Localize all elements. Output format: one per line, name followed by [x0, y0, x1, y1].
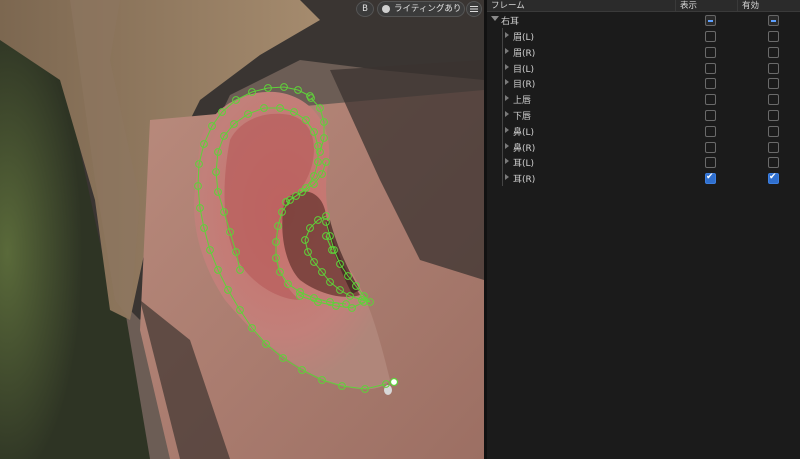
tree-guide-line [502, 122, 503, 139]
expand-triangle-icon[interactable] [505, 47, 509, 54]
tree-guide-line [502, 138, 503, 155]
expand-triangle-icon[interactable] [505, 95, 509, 102]
tree-guide-line [502, 59, 503, 76]
frame-panel: フレーム 表示 有効 右耳 眉(L) 眉(R) 目(L) 目(R) 上唇下唇鼻(L) 鼻(… [487, 0, 800, 459]
tree-item-row[interactable]: 眉(R) [487, 43, 800, 60]
enable-checkbox[interactable] [768, 94, 779, 106]
enable-checkbox[interactable] [768, 46, 779, 58]
tree-item-row[interactable]: 下唇 [487, 107, 800, 123]
show-checkbox[interactable] [705, 31, 716, 42]
show-checkbox[interactable]: ✔ [705, 172, 716, 185]
show-checkbox[interactable] [705, 94, 716, 106]
b-button[interactable]: B [356, 1, 374, 17]
show-checkbox[interactable] [705, 141, 716, 153]
tree-item-label: 鼻(L) [513, 127, 535, 138]
expand-triangle-icon[interactable] [505, 63, 509, 70]
tree-item-label: 鼻(R) [513, 143, 536, 154]
tree-item-label: 下唇 [513, 112, 532, 122]
landmark-curve [197, 86, 387, 390]
tree-root-row[interactable]: 右耳 [487, 12, 800, 28]
tree-item-row[interactable]: 眉(L) [487, 28, 800, 44]
expand-triangle-icon[interactable] [505, 158, 509, 165]
enable-checkbox[interactable] [768, 110, 779, 121]
column-separator[interactable] [675, 0, 676, 11]
show-checkbox[interactable] [705, 78, 716, 90]
tree-guide-line [502, 170, 503, 187]
tree-item-row[interactable]: 耳(L) [487, 154, 800, 171]
expand-triangle-icon[interactable] [505, 79, 509, 86]
tree-root-label: 右耳 [501, 17, 520, 27]
selected-landmark-handle [389, 377, 399, 387]
enable-checkbox[interactable] [768, 78, 779, 90]
show-checkbox[interactable] [705, 157, 716, 169]
checkmark-icon: ✔ [706, 172, 714, 183]
tree-item-row[interactable]: 目(R) [487, 75, 800, 92]
column-header-enable[interactable]: 有効 [742, 0, 759, 11]
landmark-overlay[interactable] [0, 0, 484, 459]
hamburger-menu-button[interactable] [466, 1, 482, 17]
column-header-show[interactable]: 表示 [680, 0, 697, 11]
lighting-label: ライティングあり [394, 4, 462, 14]
show-checkbox[interactable] [705, 62, 716, 74]
column-header-frame[interactable]: フレーム [491, 0, 525, 11]
enable-checkbox[interactable] [768, 157, 779, 169]
image-viewport[interactable]: B ライティングあり [0, 0, 484, 459]
tree-item-row[interactable]: 耳(R) ✔ ✔ [487, 170, 800, 187]
tree-item-label: 眉(L) [513, 33, 535, 43]
expand-triangle-icon[interactable] [505, 142, 509, 149]
enable-checkbox[interactable] [768, 31, 779, 42]
column-separator[interactable] [737, 0, 738, 11]
tree-item-row[interactable]: 目(L) [487, 59, 800, 76]
tree-guide-line [502, 28, 503, 44]
enable-checkbox[interactable] [768, 141, 779, 153]
tree-guide-line [502, 91, 503, 108]
tree-item-row[interactable]: 鼻(L) [487, 122, 800, 139]
tree-guide-line [502, 43, 503, 60]
tree-item-label: 耳(R) [513, 175, 536, 186]
tree-item-label: 目(R) [513, 80, 536, 91]
lighting-sphere-icon [382, 5, 390, 13]
root-show-checkbox[interactable] [705, 15, 716, 26]
enable-checkbox[interactable] [768, 125, 779, 137]
tree-item-label: 眉(R) [513, 48, 536, 59]
enable-checkbox[interactable]: ✔ [768, 172, 779, 185]
enable-checkbox[interactable] [768, 62, 779, 74]
tree-item-row[interactable]: 上唇 [487, 91, 800, 108]
collapse-triangle-icon[interactable] [491, 16, 499, 21]
root-enable-checkbox[interactable] [768, 15, 779, 26]
expand-triangle-icon[interactable] [505, 126, 509, 133]
tree-item-label: 耳(L) [513, 159, 535, 170]
tree-guide-line [502, 75, 503, 92]
panel-header: フレーム 表示 有効 [487, 0, 800, 12]
tree-item-row[interactable]: 鼻(R) [487, 138, 800, 155]
hamburger-menu-icon [470, 6, 478, 12]
expand-triangle-icon[interactable] [505, 111, 509, 117]
tree-guide-line [502, 154, 503, 171]
tree-guide-line [502, 107, 503, 123]
tree-item-label: 上唇 [513, 96, 532, 107]
tree-item-label: 目(L) [513, 64, 535, 75]
checkmark-icon: ✔ [769, 172, 777, 183]
b-label: B [362, 4, 368, 14]
expand-triangle-icon[interactable] [505, 32, 509, 38]
lighting-toggle-button[interactable]: ライティングあり [377, 1, 465, 17]
expand-triangle-icon[interactable] [505, 174, 509, 181]
show-checkbox[interactable] [705, 110, 716, 121]
show-checkbox[interactable] [705, 46, 716, 58]
show-checkbox[interactable] [705, 125, 716, 137]
